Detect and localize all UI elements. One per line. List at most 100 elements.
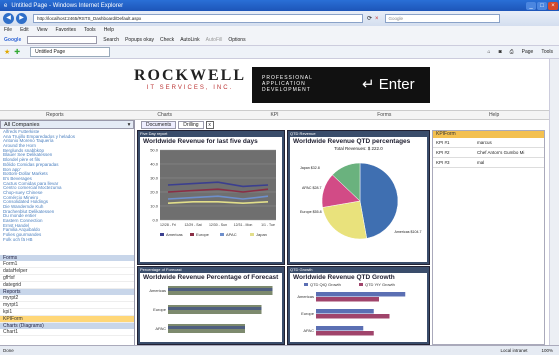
list-item[interactable]: dategrid xyxy=(0,282,134,289)
bar xyxy=(316,297,379,302)
menu-view[interactable]: View xyxy=(37,27,48,33)
nav-forms[interactable]: Forms xyxy=(329,112,439,118)
category-label: APAC xyxy=(155,326,166,331)
menu-favorites[interactable]: Favorites xyxy=(55,27,76,33)
list-item[interactable]: Form1 xyxy=(0,261,134,268)
legend-label: Europe xyxy=(196,232,210,237)
google-search-input[interactable] xyxy=(27,35,98,44)
x-tick-label: 12/30 - Sun xyxy=(209,223,227,227)
tab-documents[interactable]: Documents xyxy=(141,121,177,129)
nav-reports[interactable]: Reports xyxy=(0,112,110,118)
feeds-icon[interactable]: ◙ xyxy=(499,49,502,55)
back-button[interactable]: ◀ xyxy=(3,13,14,24)
list-item[interactable]: myrpt1 xyxy=(0,302,134,309)
autolink-button[interactable]: AutoLink xyxy=(180,37,199,43)
kpi-name: KPI #3 xyxy=(436,160,450,165)
close-tab-button[interactable]: x xyxy=(205,121,214,129)
check-button[interactable]: Check xyxy=(160,37,174,43)
google-toolbar: Google Search Popups okay Check AutoLink… xyxy=(0,34,559,46)
y-tick-label: 50.0 xyxy=(150,148,159,153)
home-icon[interactable]: ⌂ xyxy=(488,49,491,55)
zoom-level[interactable]: 100% xyxy=(541,348,553,353)
close-button[interactable]: × xyxy=(548,1,558,10)
print-icon[interactable]: ⎙ xyxy=(510,49,514,55)
legend-label: QTD QtQ Growth xyxy=(310,282,341,287)
favorites-star-icon[interactable]: ★ xyxy=(4,48,10,56)
bar xyxy=(316,314,390,319)
page-scrollbar[interactable] xyxy=(549,59,559,345)
reports-list: myrpt2 myrpt1 kpi1 xyxy=(0,295,134,316)
favorites-bar: ★ ✚ Untitled Page ⌂ ◙ ⎙ Page Tools xyxy=(0,46,559,59)
company-select[interactable]: All Companies ▾ xyxy=(0,120,134,129)
company-select-value: All Companies xyxy=(4,121,40,128)
popups-button[interactable]: Popups okay xyxy=(125,37,154,43)
panel-title: Worldwide Revenue Percentage of Forecast xyxy=(143,274,279,281)
autofill-button[interactable]: AutoFill xyxy=(206,37,223,43)
line-chart: 0.0 10.0 20.0 30.0 40.0 50.0 12/28 - Fri 12/29 … xyxy=(150,148,276,237)
list-item[interactable]: myrpt2 xyxy=(0,295,134,302)
legend-swatch xyxy=(250,233,254,236)
bar xyxy=(316,292,406,297)
y-tick-label: 40.0 xyxy=(150,162,159,167)
nav-kpi[interactable]: KPI xyxy=(220,112,330,118)
options-button[interactable]: Options xyxy=(228,37,245,43)
enter-arrow-icon: ↵ xyxy=(362,76,375,93)
legend-label: Japan xyxy=(256,232,267,237)
address-input[interactable]: http://localhost:2465/RSTS_Dashboard/Def… xyxy=(33,14,363,23)
panel-title: Worldwide Revenue for last five days xyxy=(143,138,258,145)
legend-swatch xyxy=(160,233,164,236)
list-item[interactable]: Chart1 xyxy=(0,329,134,336)
nav-charts[interactable]: Charts xyxy=(110,112,220,118)
list-item[interactable]: dataHelper xyxy=(0,268,134,275)
search-input[interactable]: Google xyxy=(384,14,500,23)
tools-menu[interactable]: Tools xyxy=(541,49,553,55)
x-tick-label: 12/29 - Sat xyxy=(184,223,201,227)
menu-help[interactable]: Help xyxy=(104,27,114,33)
nav-help[interactable]: Help xyxy=(439,112,549,118)
pie-slice xyxy=(359,162,399,239)
legend-swatch xyxy=(220,233,224,236)
bar-highlight xyxy=(168,288,273,291)
legend-label: APAC xyxy=(226,232,237,237)
legend-swatch xyxy=(304,283,308,286)
pie-chart: Americas $104.7 Europe $55.8 Japan $32.8 AP… xyxy=(300,162,421,240)
list-item[interactable]: gfHxf xyxy=(0,275,134,282)
kpi-form-item[interactable]: KPIForm xyxy=(0,316,134,323)
page-menu[interactable]: Page xyxy=(522,49,534,55)
menu-tools[interactable]: Tools xyxy=(84,27,96,33)
panel-caption: QTD Growth xyxy=(290,267,313,272)
menu-edit[interactable]: Edit xyxy=(20,27,29,33)
google-search-button[interactable]: Search xyxy=(103,37,119,43)
category-label: APAC xyxy=(303,328,314,333)
panel-title: Worldwide Revenue QTD percentages xyxy=(293,138,411,145)
qtd-growth-panel: QTD Growth Worldwide Revenue QTD Growth … xyxy=(287,266,430,345)
y-tick-label: 10.0 xyxy=(150,204,159,209)
legend-label: Americas xyxy=(166,232,183,237)
kpi-name: KPI #1 xyxy=(436,140,450,145)
legend-swatch xyxy=(359,283,363,286)
list-item[interactable]: Folk och fä HB xyxy=(3,237,131,243)
enter-link[interactable]: ↵ Enter xyxy=(362,75,415,93)
forecast-panel: Percentage of Forecast Worldwide Revenue… xyxy=(137,266,285,345)
kpi-value: mal xyxy=(477,160,485,165)
add-favorite-icon[interactable]: ✚ xyxy=(14,48,20,56)
five-day-panel: Five Day report Worldwide Revenue for la… xyxy=(137,130,285,265)
x-tick-label: 12/31 - Mon xyxy=(234,223,253,227)
banner-graphic: PROFESSIONAL APPLICATION DEVELOPMENT ↵ E… xyxy=(252,67,430,103)
menu-file[interactable]: File xyxy=(4,27,12,33)
kpi-table: KPI #1 marcus KPI #2 Chef Anton's Gumbo Mi K… xyxy=(433,138,544,168)
kpi-value: marcus xyxy=(477,140,492,145)
tab-drilling[interactable]: Drilling xyxy=(178,121,204,129)
stop-icon[interactable]: × xyxy=(375,16,379,22)
refresh-icon[interactable]: ⟳ xyxy=(367,15,372,22)
forward-button[interactable]: ▶ xyxy=(16,13,27,24)
minimize-button[interactable]: _ xyxy=(526,1,536,10)
slice-label: Japan $32.8 xyxy=(300,166,320,170)
panel-caption: QTD Revenue xyxy=(290,131,316,136)
bar xyxy=(316,331,374,336)
enter-label: Enter xyxy=(378,76,415,93)
list-item[interactable]: kpi1 xyxy=(0,309,134,316)
maximize-button[interactable]: □ xyxy=(537,1,547,10)
chevron-down-icon[interactable]: ▾ xyxy=(125,122,133,128)
browser-tab[interactable]: Untitled Page xyxy=(30,47,111,57)
